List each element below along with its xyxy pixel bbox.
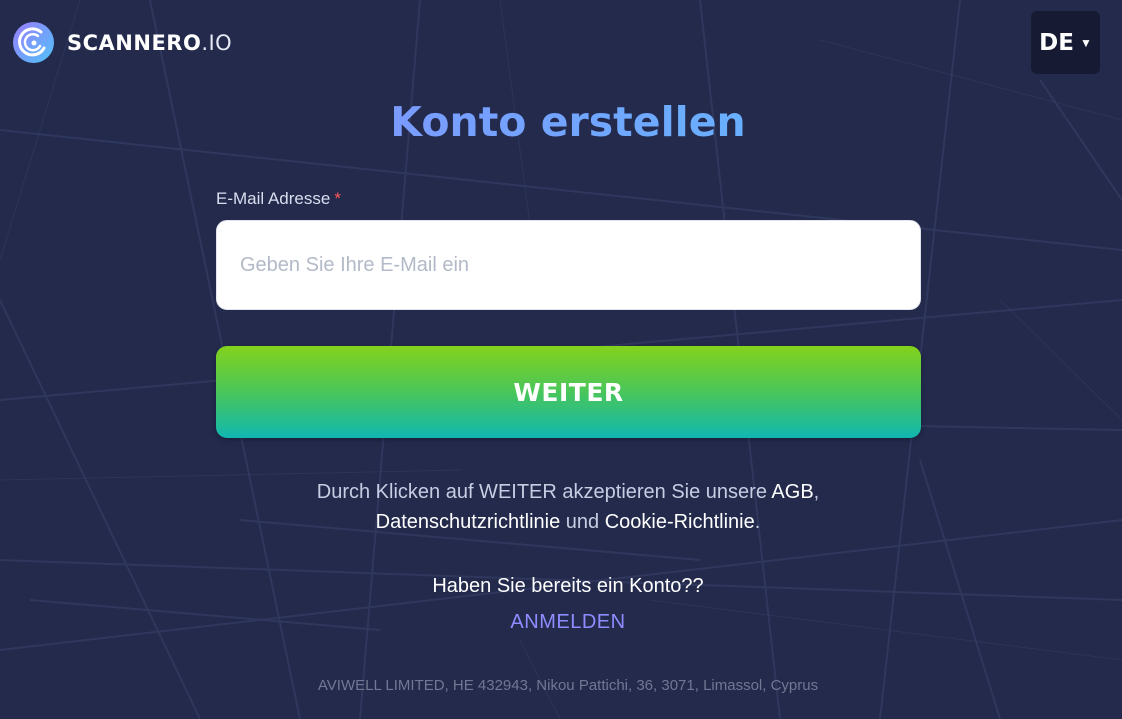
login-link-wrapper: ANMELDEN <box>0 611 1122 634</box>
brand-name: SCANNERO.IO <box>67 30 233 55</box>
page-title: Konto erstellen <box>0 98 1122 146</box>
email-label: E-Mail Adresse * <box>216 189 341 208</box>
cookie-policy-link[interactable]: Cookie-Richtlinie <box>605 511 755 533</box>
terms-text: Durch Klicken auf WEITER akzeptieren Sie… <box>316 481 820 533</box>
email-input[interactable] <box>216 220 921 310</box>
scanner-radar-icon <box>13 22 54 63</box>
have-account-text: Haben Sie bereits ein Konto?? <box>432 575 704 597</box>
language-selector[interactable]: DE ▼ <box>1031 11 1100 74</box>
caret-down-icon: ▼ <box>1079 35 1092 50</box>
privacy-policy-link[interactable]: Datenschutzrichtlinie <box>376 511 561 533</box>
required-mark: * <box>334 189 341 208</box>
agb-link[interactable]: AGB <box>771 481 813 503</box>
footer-company-info: AVIWELL LIMITED, HE 432943, Nikou Pattic… <box>317 677 819 694</box>
language-label: DE <box>1039 29 1074 56</box>
continue-button[interactable]: WEITER <box>216 346 921 438</box>
login-link[interactable]: ANMELDEN <box>510 611 625 633</box>
top-header: SCANNERO.IO DE ▼ <box>0 0 1122 86</box>
signup-form: Konto erstellen E-Mail Adresse* WEITER D… <box>0 0 1122 719</box>
brand-logo[interactable]: SCANNERO.IO <box>13 22 232 63</box>
